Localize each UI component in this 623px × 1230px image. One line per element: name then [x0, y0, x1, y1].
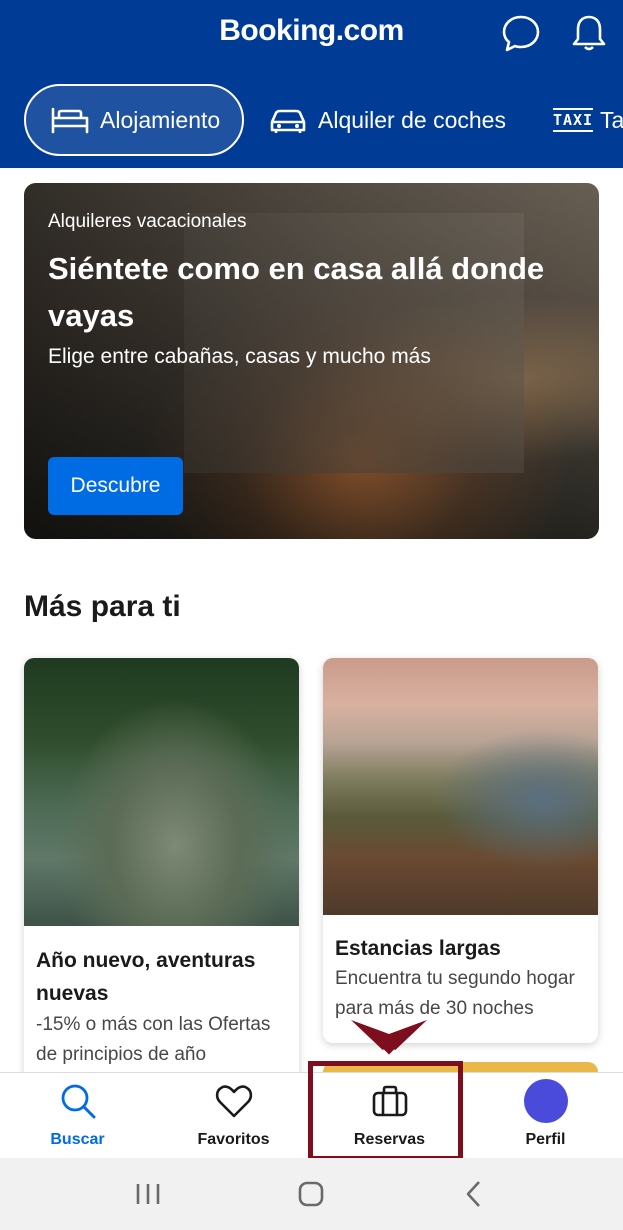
tab-alquiler-de-coches[interactable]: Alquiler de coches — [266, 84, 506, 156]
card-subtitle: -15% o más con las Ofertas de principios… — [36, 1014, 271, 1065]
search-icon — [0, 1081, 155, 1121]
home-icon[interactable] — [289, 1174, 333, 1214]
pointer-arrow-icon — [351, 1020, 427, 1058]
chat-bubble-icon[interactable] — [500, 12, 542, 54]
nav-label: Favoritos — [197, 1131, 270, 1148]
card-subtitle: Encuentra tu segundo hogar para más de 3… — [335, 968, 575, 1019]
tab-taxi[interactable]: TAXI Ta — [552, 84, 623, 156]
nav-label: Perfil — [525, 1131, 566, 1148]
bell-icon[interactable] — [568, 12, 610, 54]
tab-alojamiento[interactable]: Alojamiento — [24, 84, 244, 156]
category-tabs: Alojamiento Alquiler de coches TAXI Ta — [0, 84, 623, 156]
reservas-highlight-box — [308, 1061, 463, 1161]
bed-icon — [48, 104, 92, 136]
avatar — [523, 1079, 568, 1123]
card-title: Año nuevo, aventuras nuevas — [36, 949, 256, 1005]
card-image — [24, 658, 299, 926]
hero-title: Siéntete como en casa allá donde vayas — [48, 251, 545, 333]
card-title: Estancias largas — [335, 937, 501, 960]
app-header: Booking.com Alojamiento Alquiler de coch… — [0, 0, 623, 168]
section-title: Más para ti — [24, 590, 181, 623]
heart-icon — [156, 1081, 311, 1121]
system-nav-bar — [0, 1158, 623, 1230]
nav-item-perfil[interactable]: Perfil — [468, 1073, 623, 1159]
card-image — [323, 658, 598, 915]
hero-subtitle: Elige entre cabañas, casas y mucho más — [48, 345, 431, 368]
back-icon[interactable] — [452, 1174, 496, 1214]
promo-card-long-stays[interactable]: Estancias largas Encuentra tu segundo ho… — [323, 658, 598, 1043]
discover-button[interactable]: Descubre — [48, 457, 183, 515]
nav-label: Buscar — [50, 1131, 105, 1148]
hero-banner[interactable]: Alquileres vacacionales Siéntete como en… — [24, 183, 599, 539]
car-icon — [266, 104, 310, 136]
tab-label: Ta — [600, 106, 623, 133]
nav-item-favoritos[interactable]: Favoritos — [156, 1073, 311, 1159]
tab-label: Alojamiento — [100, 106, 221, 133]
nav-item-buscar[interactable]: Buscar — [0, 1073, 155, 1159]
recents-icon[interactable] — [126, 1174, 170, 1214]
taxi-icon: TAXI — [552, 104, 594, 136]
hero-eyebrow: Alquileres vacacionales — [48, 211, 247, 232]
promo-card-new-year[interactable]: Año nuevo, aventuras nuevas -15% o más c… — [24, 658, 299, 1088]
tab-label: Alquiler de coches — [318, 106, 506, 133]
